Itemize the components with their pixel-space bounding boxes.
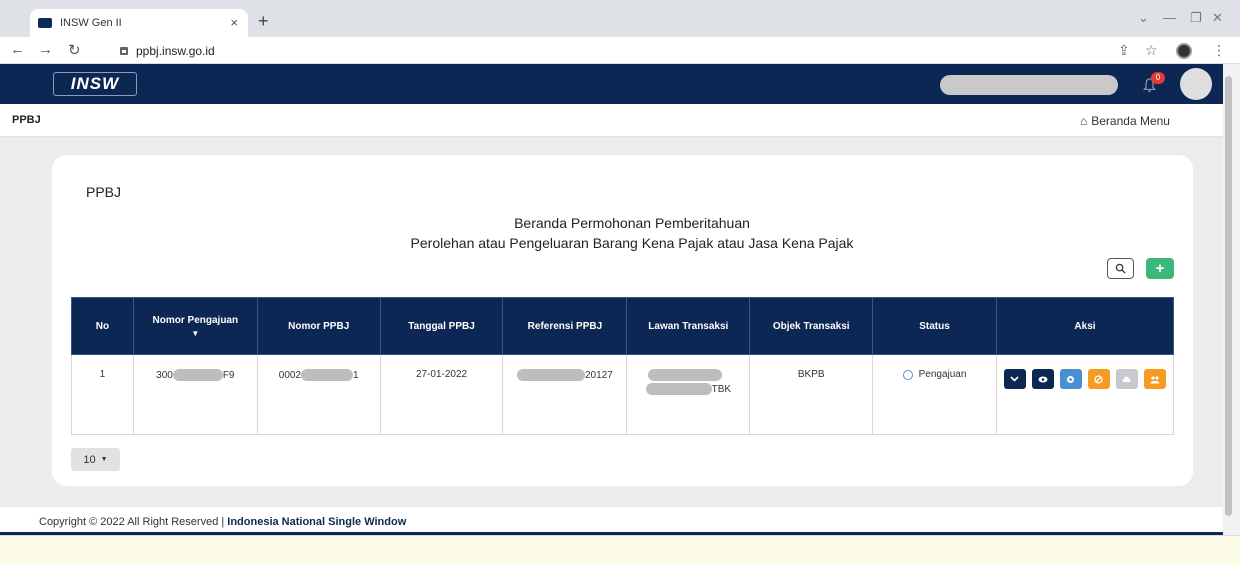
restore-icon[interactable]: ❐ [1190, 10, 1202, 26]
caret-down-icon: ▼ [100, 456, 108, 463]
eye-icon [1038, 376, 1048, 382]
copyright-label: Copyright © 2022 All Right Reserved | [39, 516, 228, 528]
app-header: INSW 0 [0, 64, 1223, 104]
user-avatar[interactable] [1180, 68, 1212, 100]
breadcrumb: PPBJ [12, 114, 41, 126]
cell-objek-transaksi: BKPB [749, 354, 874, 435]
address-bar: ← → ↻ ppbj.insw.go.id ⇪ ☆ ⋮ [0, 37, 1240, 64]
user-action-button[interactable] [1143, 369, 1166, 389]
lawan-suffix: TBK [711, 383, 732, 395]
insw-logo[interactable]: INSW [53, 72, 137, 96]
header-nomor-pengajuan[interactable]: Nomor Pengajuan ▼ [132, 297, 258, 355]
redacted-value [517, 369, 585, 381]
users-icon [1150, 375, 1160, 383]
status-text: Pengajuan [918, 369, 967, 380]
url-text: ppbj.insw.go.id [136, 43, 215, 58]
redacted-value [301, 369, 354, 381]
sort-down-icon[interactable]: ▼ [138, 329, 253, 338]
redacted-value [172, 369, 223, 381]
browser-tab-bar: INSW Gen II × + — ❐ ✕ ⌄ [0, 0, 1240, 37]
expand-button[interactable] [1003, 369, 1026, 389]
referensi-suffix: 20127 [585, 369, 613, 381]
action-buttons [1000, 369, 1170, 389]
settings-button[interactable] [1059, 369, 1082, 389]
heading-line-2: Perolehan atau Pengeluaran Barang Kena P… [410, 235, 854, 251]
browser-tab[interactable]: INSW Gen II × [30, 9, 248, 37]
heading-line-1: Beranda Permohonan Pemberitahuan [514, 215, 750, 231]
cell-no: 1 [71, 354, 134, 435]
table-row: 1 300 F9 0002 1 27-01-2022 20127 TBK BKP… [71, 354, 1175, 435]
redacted-value [648, 369, 723, 381]
nomor-pengajuan-prefix: 300 [156, 369, 173, 381]
insw-favicon-icon [38, 18, 52, 28]
home-menu-link[interactable]: ⌂ Beranda Menu [1080, 114, 1170, 128]
copyright-text: Copyright © 2022 All Right Reserved | In… [39, 516, 406, 528]
cancel-button[interactable] [1087, 369, 1110, 389]
upload-button[interactable] [1115, 369, 1138, 389]
user-name-redacted [940, 75, 1118, 95]
bookmark-star-icon[interactable]: ☆ [1145, 42, 1158, 59]
bottom-strip [0, 535, 1240, 565]
back-icon[interactable]: ← [10, 41, 25, 58]
new-tab-icon[interactable]: + [258, 11, 269, 32]
tab-search-icon[interactable]: ⌄ [1138, 10, 1149, 26]
cell-nomor-pengajuan: 300 F9 [132, 354, 258, 435]
chevron-down-icon [1010, 376, 1020, 382]
header-objek-transaksi: Objek Transaksi [749, 297, 874, 355]
header-aksi: Aksi [995, 297, 1175, 355]
footer: Copyright © 2022 All Right Reserved | In… [0, 507, 1223, 535]
cell-tanggal-ppbj: 27-01-2022 [379, 354, 504, 435]
search-button[interactable] [1107, 258, 1134, 279]
lock-icon [120, 46, 128, 55]
minimize-icon[interactable]: — [1163, 10, 1176, 25]
org-name: Indonesia National Single Window [227, 516, 407, 528]
notification-badge: 0 [1151, 72, 1165, 84]
scrollbar-thumb[interactable] [1225, 76, 1232, 516]
cell-nomor-ppbj: 0002 1 [256, 354, 381, 435]
share-icon[interactable]: ⇪ [1118, 42, 1130, 59]
plus-icon: + [1155, 260, 1165, 277]
sub-header: PPBJ ⌂ Beranda Menu [0, 104, 1223, 137]
header-no: No [71, 297, 134, 355]
browser-menu-icon[interactable]: ⋮ [1212, 42, 1226, 59]
card-title: PPBJ [86, 184, 122, 200]
tab-title: INSW Gen II [60, 17, 122, 29]
nomor-ppbj-prefix: 0002 [278, 369, 302, 381]
header-nomor-ppbj: Nomor PPBJ [256, 297, 381, 355]
header-tanggal-ppbj: Tanggal PPBJ [379, 297, 504, 355]
home-menu-label: Beranda Menu [1091, 114, 1170, 128]
ban-icon [1094, 374, 1104, 384]
cell-referensi-ppbj: 20127 [502, 354, 628, 435]
view-button[interactable] [1031, 369, 1054, 389]
header-referensi-ppbj: Referensi PPBJ [502, 297, 628, 355]
header-nomor-pengajuan-label: Nomor Pengajuan [152, 314, 239, 326]
ppbj-table: No Nomor Pengajuan ▼ Nomor PPBJ Tanggal … [71, 297, 1175, 435]
cell-lawan-transaksi: TBK [626, 354, 751, 435]
forward-icon[interactable]: → [38, 41, 53, 58]
page-heading: Beranda Permohonan Pemberitahuan Peroleh… [372, 213, 892, 253]
header-lawan-transaksi: Lawan Transaksi [626, 297, 751, 355]
redacted-value [645, 383, 712, 395]
page-size-select[interactable]: 10 ▼ [71, 448, 120, 471]
home-icon: ⌂ [1080, 114, 1088, 128]
reload-icon[interactable]: ↻ [68, 41, 81, 59]
add-button[interactable]: + [1146, 258, 1174, 279]
close-window-icon[interactable]: ✕ [1212, 10, 1223, 26]
browser-profile-icon[interactable] [1176, 43, 1192, 59]
cloud-upload-icon [1122, 376, 1131, 382]
tab-close-icon[interactable]: × [230, 15, 238, 30]
url-field[interactable]: ppbj.insw.go.id [120, 41, 215, 60]
cell-aksi [995, 354, 1175, 435]
cell-status: Pengajuan [872, 354, 997, 435]
header-status: Status [872, 297, 997, 355]
search-icon [1115, 263, 1126, 274]
gear-icon [1067, 375, 1075, 383]
table-header-row: No Nomor Pengajuan ▼ Nomor PPBJ Tanggal … [71, 297, 1175, 355]
nomor-pengajuan-suffix: F9 [222, 369, 235, 381]
nomor-ppbj-suffix: 1 [353, 369, 359, 381]
status-indicator-icon [902, 369, 913, 380]
page-size-value: 10 [83, 453, 96, 466]
